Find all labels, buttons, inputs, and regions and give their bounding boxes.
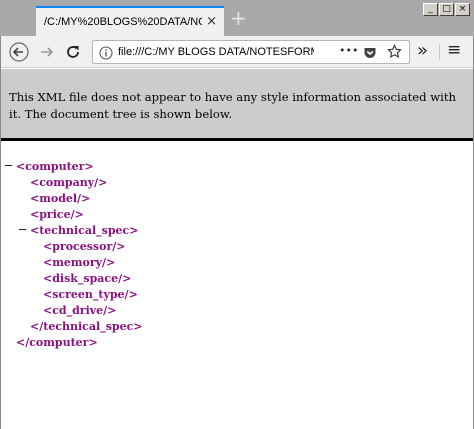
xml-info-box: This XML file does not appear to have an… <box>0 69 474 141</box>
xml-tag: <computer> <box>16 160 94 173</box>
close-window-button[interactable]: × <box>455 3 470 16</box>
collapse-toggle-technical-spec[interactable]: – <box>19 222 26 236</box>
xml-tag: <disk_space/> <box>43 272 132 285</box>
tab-bar: /C:/MY%20BLOGS%20DATA/NOTESFO × + _ □ × <box>0 0 474 36</box>
page-actions-icon[interactable]: ••• <box>339 44 358 57</box>
tab-close-icon[interactable]: × <box>206 14 217 29</box>
navigation-toolbar: file:///C:/MY BLOGS DATA/NOTESFORM ••• »… <box>0 36 474 68</box>
new-tab-icon[interactable]: + <box>230 8 247 28</box>
collapse-toggle-computer[interactable]: – <box>5 158 12 172</box>
xml-line-model: <model/> <box>30 192 90 205</box>
url-text[interactable]: file:///C:/MY BLOGS DATA/NOTESFORM <box>118 46 314 58</box>
window-controls: _ □ × <box>423 3 470 16</box>
xml-line-company: <company/> <box>30 176 107 189</box>
forward-arrow-icon[interactable] <box>36 41 58 63</box>
xml-tag: <company/> <box>30 176 108 189</box>
xml-line-technical-spec-open: <technical_spec> <box>30 224 138 237</box>
hamburger-menu-icon[interactable]: ≡ <box>447 40 461 60</box>
overflow-chevron-icon[interactable]: » <box>417 41 428 61</box>
xml-tag: <price/> <box>30 208 84 221</box>
xml-tag: <cd_drive/> <box>43 304 117 317</box>
toolbar-divider <box>439 44 440 60</box>
reload-icon[interactable] <box>62 41 84 63</box>
xml-tag: <technical_spec> <box>30 224 139 237</box>
xml-line-memory: <memory/> <box>43 256 115 269</box>
xml-line-computer-close: </computer> <box>16 336 98 349</box>
maximize-button[interactable]: □ <box>439 3 454 16</box>
xml-line-price: <price/> <box>30 208 84 221</box>
info-icon[interactable] <box>99 45 113 64</box>
xml-tag: <processor/> <box>43 240 126 253</box>
xml-line-technical-spec-close: </technical_spec> <box>30 320 143 333</box>
address-bar[interactable]: file:///C:/MY BLOGS DATA/NOTESFORM ••• <box>92 40 410 64</box>
xml-line-disk-space: <disk_space/> <box>43 272 131 285</box>
xml-line-cd-drive: <cd_drive/> <box>43 304 116 317</box>
bookmark-star-icon[interactable] <box>387 44 402 63</box>
xml-tag: <screen_type/> <box>43 288 138 301</box>
xml-tag: </technical_spec> <box>30 320 143 333</box>
xml-tag: <model/> <box>30 192 91 205</box>
xml-tag: </computer> <box>16 336 98 349</box>
window-border-left <box>0 36 1 429</box>
back-arrow-icon[interactable] <box>8 41 30 63</box>
xml-line-processor: <processor/> <box>43 240 126 253</box>
xml-info-message: This XML file does not appear to have an… <box>9 90 456 121</box>
xml-line-computer-open: <computer> <box>16 160 94 173</box>
pocket-icon[interactable] <box>363 45 377 64</box>
xml-tag: <memory/> <box>43 256 116 269</box>
tab-title: /C:/MY%20BLOGS%20DATA/NOTESFO <box>44 16 202 28</box>
tab-active[interactable]: /C:/MY%20BLOGS%20DATA/NOTESFO × <box>36 6 224 36</box>
minimize-button[interactable]: _ <box>423 3 438 16</box>
xml-line-screen-type: <screen_type/> <box>43 288 138 301</box>
